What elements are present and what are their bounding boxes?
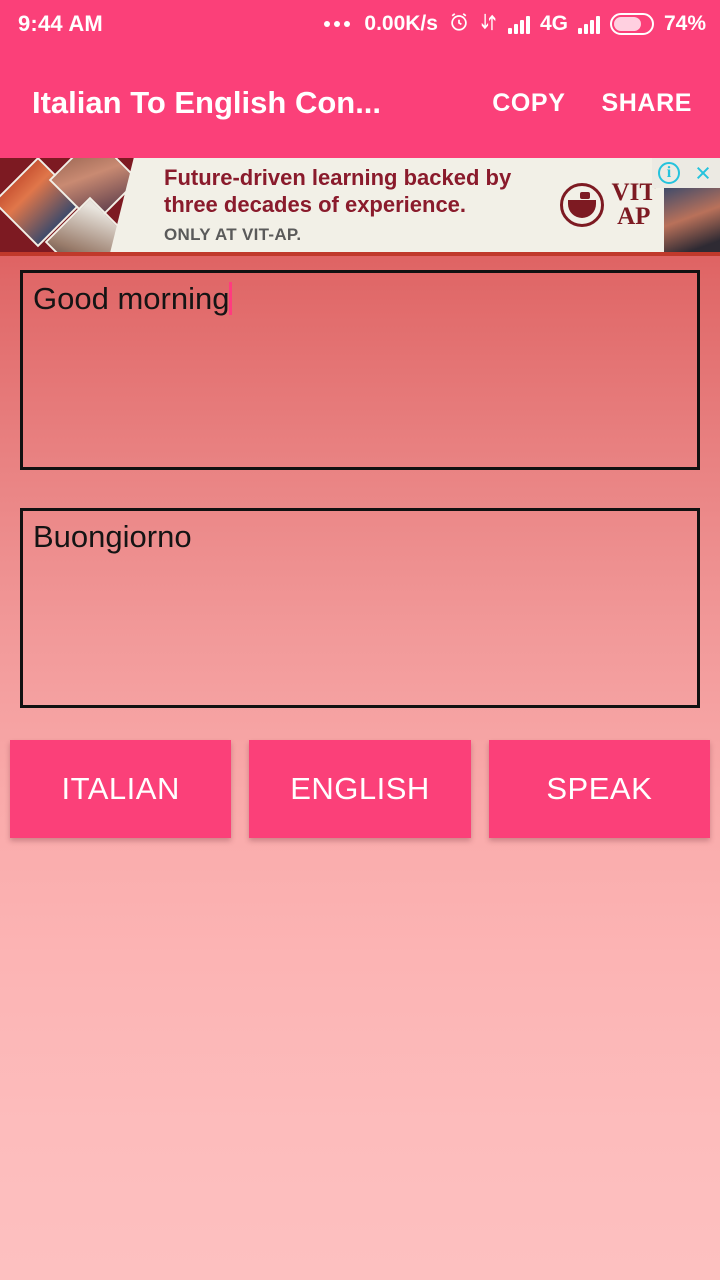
close-glyph: × (695, 158, 711, 188)
action-button-row: ITALIAN ENGLISH SPEAK (10, 740, 710, 838)
copy-button[interactable]: COPY (492, 89, 565, 118)
target-text-value: Buongiorno (33, 519, 192, 554)
status-time: 9:44 AM (18, 11, 103, 36)
ad-subtext: ONLY AT VIT-AP. (164, 224, 302, 244)
text-cursor (229, 282, 233, 315)
source-language-button[interactable]: ITALIAN (10, 740, 232, 838)
page-title: Italian To English Con... (32, 85, 382, 120)
battery-icon (609, 13, 654, 35)
ad-logo-text: VIT AP (612, 180, 656, 230)
target-language-button[interactable]: ENGLISH (249, 740, 471, 838)
network-type-label: 4G (539, 12, 568, 35)
ad-image-collage (0, 158, 150, 252)
data-transfer-arrows-icon (480, 12, 498, 37)
ad-text-block: Future-driven learning backed by three d… (150, 165, 560, 245)
signal-bars-icon-secondary (577, 14, 600, 34)
vit-ap-crest-icon: VIT AP (559, 180, 664, 230)
signal-bars-icon (507, 14, 530, 34)
more-dots-icon (324, 21, 351, 27)
app-bar: Italian To English Con... COPY SHARE (0, 48, 720, 158)
info-glyph: i (658, 162, 680, 184)
status-bar: 9:44 AM 0.00K/s 4G 74% (0, 0, 720, 48)
source-text-value: Good morning (33, 281, 230, 316)
alarm-clock-icon (448, 11, 470, 38)
share-button[interactable]: SHARE (601, 89, 692, 118)
ad-logo-line-2: AP (617, 203, 651, 230)
battery-level-label: 74% (663, 12, 706, 35)
crest-emblem-icon (559, 183, 604, 227)
speak-button[interactable]: SPEAK (488, 740, 710, 838)
close-icon[interactable]: × (686, 158, 720, 188)
source-text-input[interactable]: Good morning (20, 270, 700, 470)
ad-banner[interactable]: Future-driven learning backed by three d… (0, 158, 720, 256)
network-speed-label: 0.00K/s (364, 12, 438, 35)
adchoices-info-icon[interactable]: i (652, 158, 686, 188)
ad-headline-line-2: three decades of experience. (164, 192, 467, 217)
app-bar-actions: COPY SHARE (492, 89, 700, 118)
target-text-output[interactable]: Buongiorno (20, 508, 700, 708)
ad-controls: i × (652, 158, 720, 188)
ad-headline-line-1: Future-driven learning backed by (164, 165, 512, 191)
status-icons: 0.00K/s 4G 74% (324, 11, 706, 38)
